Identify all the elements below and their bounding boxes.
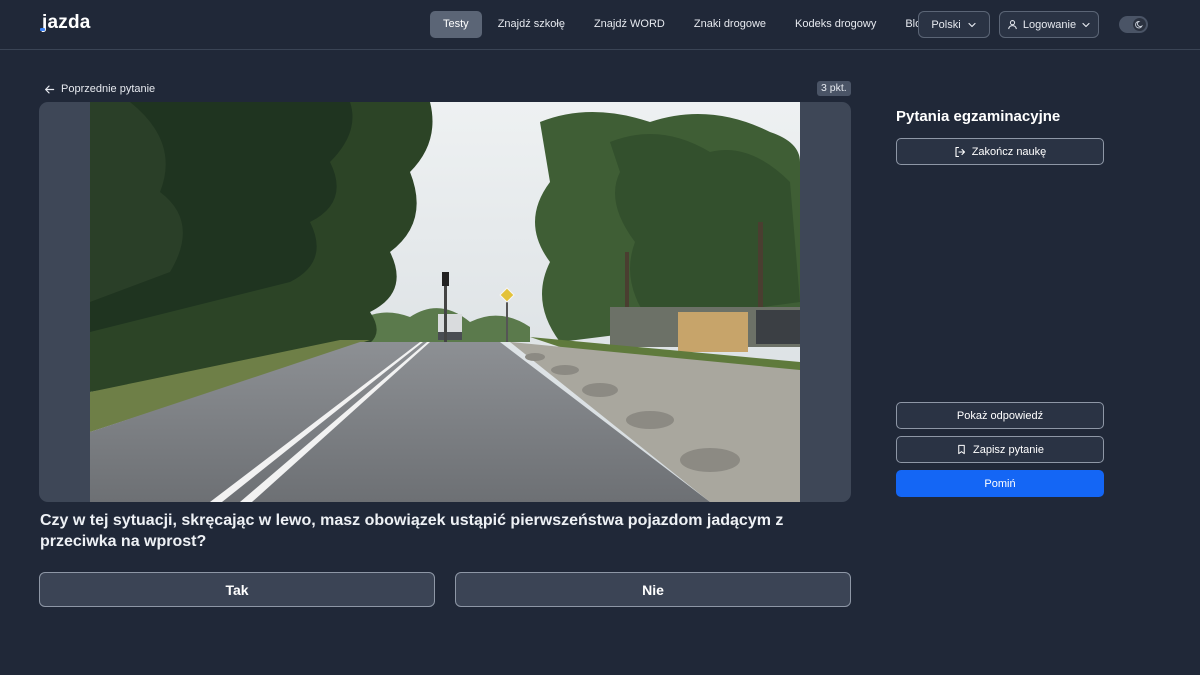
road-scene-illustration	[90, 102, 800, 502]
nav-item-road-code[interactable]: Kodeks drogowy	[782, 11, 889, 38]
login-button[interactable]: Logowanie	[999, 11, 1099, 38]
save-question-button[interactable]: Zapisz pytanie	[896, 436, 1104, 463]
answer-yes-button[interactable]: Tak	[39, 572, 435, 607]
points-badge: 3 pkt.	[817, 81, 851, 96]
top-navigation-bar: jazda Testy Znajdź szkołę Znajdź WORD Zn…	[0, 0, 1200, 50]
nav-item-find-word[interactable]: Znajdź WORD	[581, 11, 678, 38]
question-text: Czy w tej sytuacji, skręcając w lewo, ma…	[40, 512, 784, 550]
bookmark-icon	[958, 444, 965, 455]
question-media-frame	[39, 102, 851, 502]
language-select[interactable]: Polski	[918, 11, 990, 38]
save-question-label: Zapisz pytanie	[973, 443, 1044, 456]
end-learning-label: Zakończ naukę	[971, 145, 1047, 158]
toggle-knob	[1133, 18, 1146, 31]
skip-button[interactable]: Pomiń	[896, 470, 1104, 497]
exit-icon	[955, 146, 965, 157]
theme-toggle[interactable]	[1119, 16, 1148, 33]
previous-question-link[interactable]: Poprzednie pytanie	[44, 81, 155, 97]
language-label: Polski	[931, 18, 961, 31]
end-learning-button[interactable]: Zakończ naukę	[896, 138, 1104, 165]
previous-question-label: Poprzednie pytanie	[61, 83, 156, 95]
user-icon	[1008, 20, 1017, 30]
logo-text: jazda	[42, 12, 91, 33]
login-label: Logowanie	[1022, 18, 1077, 31]
arrow-left-icon	[45, 85, 55, 93]
chevron-down-icon	[1082, 22, 1090, 27]
show-answer-button[interactable]: Pokaż odpowiedź	[896, 402, 1104, 429]
main-nav: Testy Znajdź szkołę Znajdź WORD Znaki dr…	[430, 11, 940, 38]
panel-title: Pytania egzaminacyjne	[896, 108, 1061, 125]
moon-icon	[1135, 20, 1143, 29]
nav-item-find-school[interactable]: Znajdź szkołę	[485, 11, 578, 38]
nav-item-road-signs[interactable]: Znaki drogowe	[681, 11, 779, 38]
answer-no-button[interactable]: Nie	[455, 572, 851, 607]
nav-item-testy[interactable]: Testy	[430, 11, 482, 38]
chevron-down-icon	[968, 22, 976, 27]
road-scene-photo	[90, 102, 800, 502]
site-logo[interactable]: jazda	[40, 12, 91, 34]
